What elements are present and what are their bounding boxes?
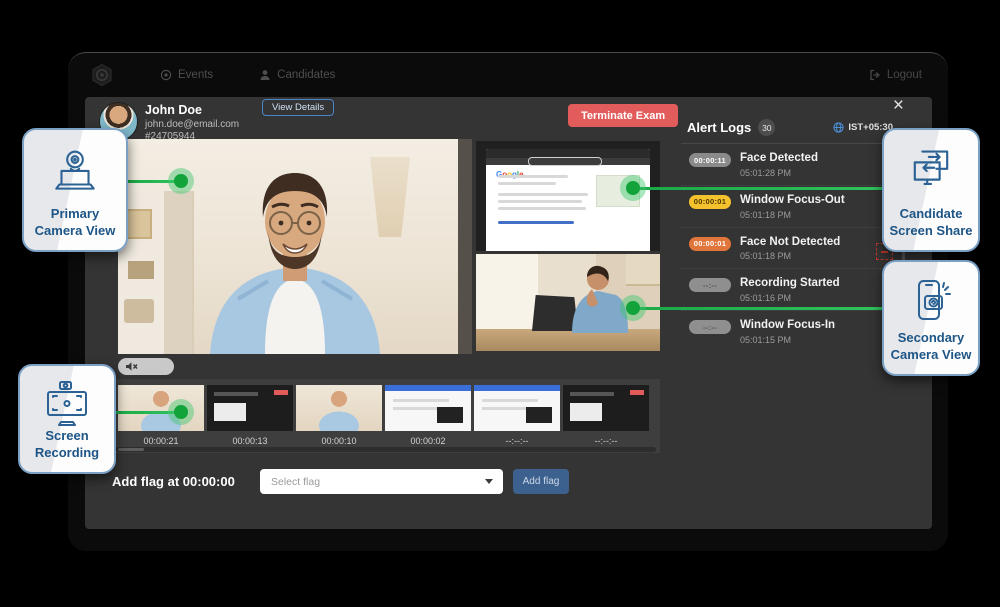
timeline-thumbnail-5[interactable]: --:--:--: [474, 385, 560, 446]
exam-monitor-panel: John Doe john.doe@email.com #24705944 Vi…: [85, 97, 932, 529]
duration-badge: 00:00:11: [689, 153, 731, 167]
candidates-icon: [259, 69, 271, 81]
app-window: Events Candidates Logout John Doe john.d…: [68, 52, 948, 551]
thumbnail-camera-frame: [296, 385, 382, 431]
logout-icon: [869, 69, 881, 81]
thumbnail-browser-frame: [474, 385, 560, 431]
flag-select-dropdown[interactable]: Select flag: [260, 469, 503, 494]
alert-time-text: 05:01:18 PM: [740, 210, 845, 220]
thumbnail-browser-frame: [385, 385, 471, 431]
nav-candidates-label: Candidates: [277, 69, 335, 81]
alert-title-text: Window Focus-In: [740, 319, 835, 333]
alert-count-badge: 30: [758, 119, 775, 136]
mute-audio-button[interactable]: [118, 358, 174, 375]
alert-log-row-face-detected[interactable]: 00:00:11 Face Detected 05:01:28 PM: [681, 144, 899, 186]
callout-label: Screen Recording: [20, 428, 114, 462]
thumbnail-app-frame: [563, 385, 649, 431]
alert-log-list: 00:00:11 Face Detected 05:01:28 PM 00:00…: [681, 143, 899, 352]
thumbnail-timestamp: 00:00:13: [232, 436, 267, 446]
duration-badge: 00:00:01: [689, 237, 731, 251]
logout-button[interactable]: Logout: [869, 69, 922, 81]
alert-logs-title: Alert Logs: [687, 120, 751, 135]
timeline-thumbnail-6[interactable]: --:--:--: [563, 385, 649, 446]
timeline-thumbnail-3[interactable]: 00:00:10: [296, 385, 382, 446]
chevron-down-icon: [485, 479, 493, 484]
connector-dot-screen-share: [620, 175, 646, 201]
proctoring-dashboard: Events Candidates Logout John Doe john.d…: [0, 0, 1000, 607]
add-flag-button[interactable]: Add flag: [513, 469, 569, 494]
events-icon: [160, 69, 172, 81]
screen-recording-icon: [41, 380, 93, 430]
candidate-side-view: [558, 259, 632, 333]
add-flag-label: Add flag at 00:00:00: [112, 474, 235, 489]
callout-label: Primary Camera View: [24, 206, 126, 240]
callout-label: Candidate Screen Share: [884, 206, 978, 240]
alert-time-text: 05:01:15 PM: [740, 335, 835, 345]
timeline-thumbnail-2[interactable]: 00:00:13: [207, 385, 293, 446]
alert-logs-header: Alert Logs 30: [687, 119, 775, 136]
phone-camera-icon: [906, 276, 956, 328]
thumbnail-timestamp: 00:00:21: [143, 436, 178, 446]
timeline-thumbnails: 00:00:21 00:00:13 00:00:10 00:00:02: [118, 385, 649, 446]
alert-time-text: 05:01:18 PM: [740, 251, 840, 261]
search-box: [528, 157, 602, 166]
alert-log-row-recording-started[interactable]: --:-- Recording Started 05:01:16 PM: [681, 269, 899, 311]
screen-share-icon: [904, 144, 958, 198]
duration-badge: 00:00:01: [689, 195, 731, 209]
alert-log-row-window-focus-in[interactable]: --:-- Window Focus-In 05:01:15 PM: [681, 311, 899, 352]
nav-item-candidates[interactable]: Candidates: [259, 69, 335, 81]
callout-primary-camera: Primary Camera View: [22, 128, 128, 252]
webcam-laptop-icon: [49, 144, 101, 200]
globe-icon: [833, 122, 844, 133]
duration-badge: --:--: [689, 278, 731, 292]
callout-label: Secondary Camera View: [884, 330, 978, 364]
flag-select-placeholder: Select flag: [271, 476, 320, 488]
connector-dot-primary: [168, 168, 194, 194]
alert-title-text: Face Detected: [740, 152, 818, 166]
alert-title-text: Recording Started: [740, 277, 840, 291]
candidate-name: John Doe: [145, 103, 239, 119]
candidate-email: john.doe@email.com: [145, 119, 239, 132]
timeline-scrollbar[interactable]: [116, 447, 656, 452]
connector-dot-secondary: [620, 295, 646, 321]
recording-timeline: 00:00:21 00:00:13 00:00:10 00:00:02: [114, 379, 660, 453]
muted-speaker-icon: [125, 361, 138, 372]
app-logo-icon: [90, 63, 114, 87]
candidate-info: John Doe john.doe@email.com #24705944: [145, 103, 239, 144]
alert-title-text: Window Focus-Out: [740, 194, 845, 208]
connector-secondary-camera: [633, 307, 883, 310]
timezone-indicator: IST+05:30: [833, 122, 893, 133]
top-nav: Events Candidates Logout: [68, 53, 948, 97]
alert-time-text: 05:01:28 PM: [740, 168, 818, 178]
thumbnail-timestamp: --:--:--: [595, 436, 618, 446]
callout-screen-recording: Screen Recording: [18, 364, 116, 474]
shared-browser-window: Google: [486, 149, 650, 251]
connector-screen-share: [633, 187, 883, 190]
alert-logs-panel: Alert Logs 30 IST+05:30 00:00:11 Face De…: [675, 97, 907, 529]
alert-log-row-window-focus-out[interactable]: 00:00:01 Window Focus-Out 05:01:18 PM: [681, 186, 899, 228]
connector-dot-recording: [168, 399, 194, 425]
view-details-button[interactable]: View Details: [262, 99, 334, 116]
callout-candidate-screen-share: Candidate Screen Share: [882, 128, 980, 252]
thumbnail-app-frame: [207, 385, 293, 431]
logout-label: Logout: [887, 69, 922, 81]
nav-item-events[interactable]: Events: [160, 69, 213, 81]
thumbnail-timestamp: 00:00:10: [321, 436, 356, 446]
timeline-thumbnail-4[interactable]: 00:00:02: [385, 385, 471, 446]
nav-events-label: Events: [178, 69, 213, 81]
duration-badge: --:--: [689, 320, 731, 334]
thumbnail-timestamp: --:--:--: [506, 436, 529, 446]
alert-log-row-face-not-detected[interactable]: 00:00:01 Face Not Detected 05:01:18 PM: [681, 228, 899, 270]
alert-title-text: Face Not Detected: [740, 236, 840, 250]
terminate-exam-button[interactable]: Terminate Exam: [568, 104, 678, 127]
thumbnail-timestamp: 00:00:02: [410, 436, 445, 446]
callout-secondary-camera: Secondary Camera View: [882, 260, 980, 376]
alert-time-text: 05:01:16 PM: [740, 293, 840, 303]
